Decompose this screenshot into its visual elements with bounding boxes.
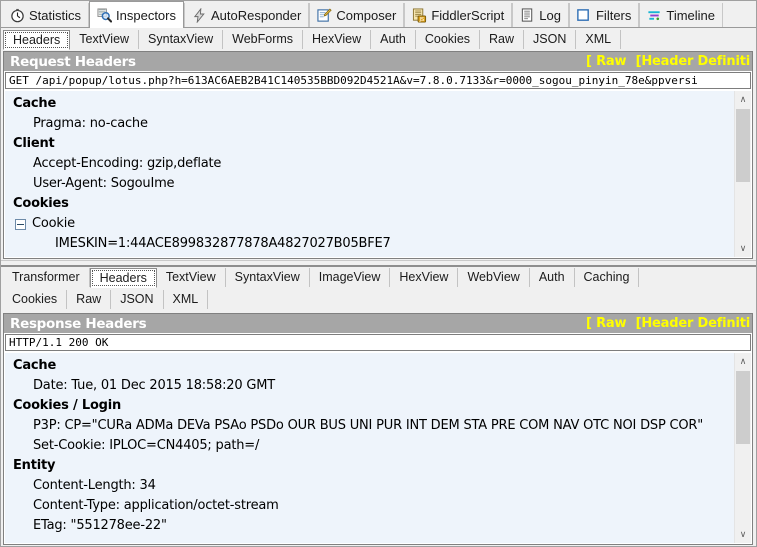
header-row[interactable]: P3P: CP="CURa ADMa DEVa PSAo PSDo OUR BU…: [13, 416, 734, 436]
response-tab-caching[interactable]: Caching: [575, 268, 640, 287]
request-tab-json[interactable]: JSON: [524, 30, 576, 49]
filters-icon: [576, 7, 592, 23]
request-headers-title: Request Headers: [10, 54, 136, 70]
response-scroll-down-icon[interactable]: ∨: [735, 526, 751, 543]
main-tab-label: Filters: [596, 8, 631, 23]
request-tab-webforms[interactable]: WebForms: [223, 30, 303, 49]
main-tab-fiddlerscript[interactable]: JS FiddlerScript: [404, 3, 512, 27]
header-row[interactable]: Accept-Encoding: gzip,deflate: [13, 154, 734, 174]
main-tab-label: Inspectors: [116, 8, 176, 23]
timeline-icon: [646, 7, 662, 23]
response-header-links: [ Raw [Header Definiti: [581, 316, 750, 331]
main-tab-label: Timeline: [666, 8, 715, 23]
response-raw-link[interactable]: [ Raw: [586, 316, 626, 331]
request-panel: Request Headers [ Raw [Header Definiti G…: [3, 51, 753, 259]
response-tab-json[interactable]: JSON: [111, 290, 163, 309]
main-tab-autoresponder[interactable]: AutoResponder: [184, 3, 309, 27]
response-tab-textview[interactable]: TextView: [157, 268, 226, 287]
response-inspector-tab-strip-row2: CookiesRawJSONXML: [1, 289, 756, 310]
main-tab-filters[interactable]: Filters: [569, 3, 639, 27]
header-row[interactable]: Cookie: [13, 214, 734, 234]
header-row[interactable]: User-Agent: SogouIme: [13, 174, 734, 194]
header-group-row[interactable]: Cache: [13, 94, 734, 114]
header-row[interactable]: Content-Type: application/octet-stream: [13, 496, 734, 516]
response-tab-cookies[interactable]: Cookies: [3, 290, 67, 309]
main-tab-label: Log: [539, 8, 561, 23]
header-row-label: Cookie: [32, 214, 75, 234]
autoresponder-icon: [191, 7, 207, 23]
header-group-row[interactable]: Cookies: [13, 194, 734, 214]
statistics-icon: [9, 7, 25, 23]
request-tab-raw[interactable]: Raw: [480, 30, 524, 49]
main-tab-label: Statistics: [29, 8, 81, 23]
header-row[interactable]: Content-Length: 34: [13, 476, 734, 496]
response-vertical-scrollbar[interactable]: ∧ ∨: [734, 353, 751, 543]
request-tab-syntaxview[interactable]: SyntaxView: [139, 30, 223, 49]
main-tab-strip: Statistics Inspectors AutoResponder Compose…: [1, 1, 756, 28]
svg-text:JS: JS: [418, 16, 424, 22]
response-tab-transformer[interactable]: Transformer: [3, 268, 90, 287]
main-tab-inspectors[interactable]: Inspectors: [89, 1, 184, 28]
request-line-field[interactable]: GET /api/popup/lotus.php?h=613AC6AEB2B41…: [5, 72, 751, 89]
composer-icon: [316, 7, 332, 23]
request-tab-xml[interactable]: XML: [576, 30, 621, 49]
header-group-row[interactable]: Cookies / Login: [13, 396, 734, 416]
request-tab-auth[interactable]: Auth: [371, 30, 416, 49]
header-row[interactable]: IMESKINID=2.400012: [13, 254, 734, 257]
request-headers-title-bar: Request Headers [ Raw [Header Definiti: [4, 52, 752, 71]
request-headers-area: CachePragma: no-cacheClientAccept-Encodi…: [5, 91, 751, 257]
response-tab-syntaxview[interactable]: SyntaxView: [226, 268, 310, 287]
request-tab-textview[interactable]: TextView: [70, 30, 139, 49]
response-scroll-thumb[interactable]: [736, 371, 750, 444]
request-raw-link[interactable]: [ Raw: [586, 54, 626, 69]
response-inspector-tab-strip-row1: TransformerHeadersTextViewSyntaxViewImag…: [1, 267, 756, 288]
response-header-definitions-link[interactable]: [Header Definiti: [636, 316, 750, 331]
main-tab-timeline[interactable]: Timeline: [639, 3, 723, 27]
main-tab-label: Composer: [336, 8, 396, 23]
response-tab-raw[interactable]: Raw: [67, 290, 111, 309]
header-row[interactable]: Date: Tue, 01 Dec 2015 18:58:20 GMT: [13, 376, 734, 396]
request-tab-headers[interactable]: Headers: [3, 30, 70, 50]
response-headers-title-bar: Response Headers [ Raw [Header Definiti: [4, 314, 752, 333]
request-header-definitions-link[interactable]: [Header Definiti: [636, 54, 750, 69]
main-tab-statistics[interactable]: Statistics: [3, 3, 89, 27]
header-row[interactable]: Set-Cookie: IPLOC=CN4405; path=/: [13, 436, 734, 456]
main-tab-composer[interactable]: Composer: [309, 3, 404, 27]
response-tab-auth[interactable]: Auth: [530, 268, 575, 287]
response-headers-area: CacheDate: Tue, 01 Dec 2015 18:58:20 GMT…: [5, 353, 751, 543]
collapse-expander-icon[interactable]: [15, 219, 26, 230]
response-tab-headers[interactable]: Headers: [90, 268, 157, 288]
request-inspector-tab-strip: HeadersTextViewSyntaxViewWebFormsHexView…: [1, 29, 756, 50]
header-group-row[interactable]: Entity: [13, 456, 734, 476]
request-headers-list[interactable]: CachePragma: no-cacheClientAccept-Encodi…: [5, 91, 734, 257]
request-vertical-scrollbar[interactable]: ∧ ∨: [734, 91, 751, 257]
header-group-row[interactable]: Client: [13, 134, 734, 154]
response-tab-hexview[interactable]: HexView: [390, 268, 458, 287]
response-scroll-up-icon[interactable]: ∧: [735, 353, 751, 370]
request-header-links: [ Raw [Header Definiti: [581, 54, 750, 69]
main-tab-log[interactable]: Log: [512, 3, 569, 27]
header-row[interactable]: Pragma: no-cache: [13, 114, 734, 134]
request-scroll-up-icon[interactable]: ∧: [735, 91, 751, 108]
response-headers-title: Response Headers: [10, 316, 146, 332]
log-icon: [519, 7, 535, 23]
response-headers-list[interactable]: CacheDate: Tue, 01 Dec 2015 18:58:20 GMT…: [5, 353, 734, 543]
response-panel: Response Headers [ Raw [Header Definiti …: [3, 313, 753, 545]
inspectors-icon: [96, 7, 112, 23]
response-tab-webview[interactable]: WebView: [458, 268, 529, 287]
fiddlerscript-icon: JS: [411, 7, 427, 23]
main-tab-label: AutoResponder: [211, 8, 301, 23]
response-tab-xml[interactable]: XML: [164, 290, 209, 309]
response-status-line-field[interactable]: HTTP/1.1 200 OK: [5, 334, 751, 351]
header-row[interactable]: IMESKIN=1:44ACE899832877878A4827027B05BF…: [13, 234, 734, 254]
header-row[interactable]: ETag: "551278ee-22": [13, 516, 734, 536]
request-tab-hexview[interactable]: HexView: [303, 30, 371, 49]
fiddler-inspectors-window: Statistics Inspectors AutoResponder Compose…: [0, 0, 757, 547]
response-tab-imageview[interactable]: ImageView: [310, 268, 391, 287]
request-scroll-thumb[interactable]: [736, 109, 750, 182]
request-scroll-down-icon[interactable]: ∨: [735, 240, 751, 257]
main-tab-label: FiddlerScript: [431, 8, 504, 23]
header-group-row[interactable]: Cache: [13, 356, 734, 376]
request-tab-cookies[interactable]: Cookies: [416, 30, 480, 49]
